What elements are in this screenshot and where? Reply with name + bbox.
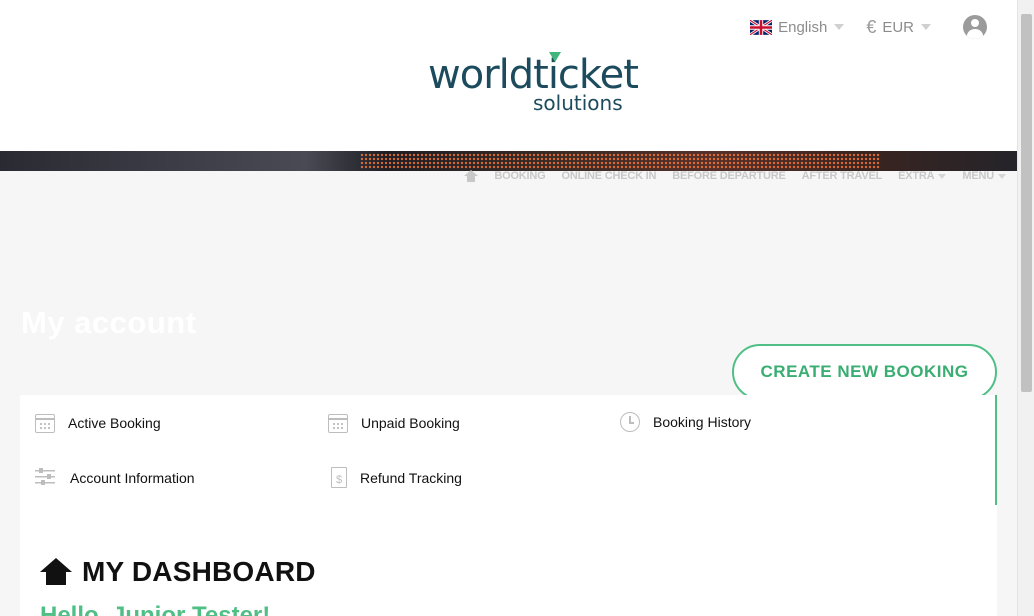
nav-menu-label: MENU: [962, 170, 994, 182]
nav-extra[interactable]: EXTRA: [898, 170, 947, 182]
receipt-dollar-icon: $: [331, 467, 347, 488]
nav-before-departure[interactable]: BEFORE DEPARTURE: [672, 170, 786, 182]
chevron-down-icon: [998, 173, 1006, 179]
panel-accent-line: [995, 395, 997, 505]
booking-history-link[interactable]: Booking History: [620, 412, 751, 432]
booking-history-label: Booking History: [653, 414, 752, 430]
logo-triangle-icon: [549, 52, 561, 62]
nav-home[interactable]: [464, 170, 479, 182]
user-account-icon[interactable]: [963, 15, 987, 39]
unpaid-booking-label: Unpaid Booking: [361, 414, 460, 431]
language-label: English: [778, 18, 828, 36]
logo-subtitle: solutions: [533, 91, 623, 115]
active-booking-link[interactable]: Active Booking: [35, 412, 161, 433]
home-icon: [40, 558, 72, 586]
uk-flag-icon: [750, 19, 773, 35]
worldticket-logo[interactable]: worldticket solutions: [428, 50, 639, 118]
top-bar: English € EUR: [750, 14, 987, 40]
sliders-icon: [35, 467, 57, 489]
nav-menu[interactable]: MENU: [962, 170, 1006, 182]
chevron-down-icon: [834, 24, 845, 30]
euro-icon: €: [866, 16, 877, 37]
calendar-icon: [35, 414, 55, 433]
refund-tracking-label: Refund Tracking: [360, 469, 462, 486]
dashboard-title: MY DASHBOARD: [82, 556, 316, 587]
nav-online-check-in[interactable]: ONLINE CHECK IN: [562, 170, 657, 182]
site-header: English € EUR worldticket solutions: [0, 0, 1017, 151]
chevron-down-icon: [921, 24, 931, 30]
nav-after-travel[interactable]: AFTER TRAVEL: [802, 170, 883, 182]
account-information-label: Account Information: [70, 470, 195, 486]
refund-tracking-link[interactable]: $ Refund Tracking: [328, 467, 462, 488]
vertical-scrollbar[interactable]: [1017, 0, 1034, 616]
create-new-booking-button[interactable]: CREATE NEW BOOKING: [732, 344, 997, 400]
active-booking-label: Active Booking: [68, 414, 161, 431]
chevron-down-icon: [938, 173, 947, 179]
unpaid-booking-link[interactable]: Unpaid Booking: [328, 412, 460, 433]
nav-booking[interactable]: BOOKING: [494, 170, 545, 182]
page-title: My account: [21, 305, 197, 340]
currency-selector[interactable]: € EUR: [866, 17, 931, 38]
greeting-text: Hello, Junior Tester!: [40, 602, 271, 616]
clock-icon: [620, 412, 640, 432]
calendar-icon: [328, 414, 348, 433]
account-information-link[interactable]: Account Information: [35, 467, 195, 489]
main-navigation: BOOKING ONLINE CHECK IN BEFORE DEPARTURE…: [448, 167, 1006, 185]
home-icon: [464, 170, 479, 182]
language-selector[interactable]: English: [750, 18, 845, 36]
currency-label: EUR: [882, 18, 914, 36]
dashboard-heading: MY DASHBOARD: [40, 556, 316, 588]
nav-extra-label: EXTRA: [898, 170, 935, 182]
scrollbar-thumb[interactable]: [1021, 14, 1032, 392]
